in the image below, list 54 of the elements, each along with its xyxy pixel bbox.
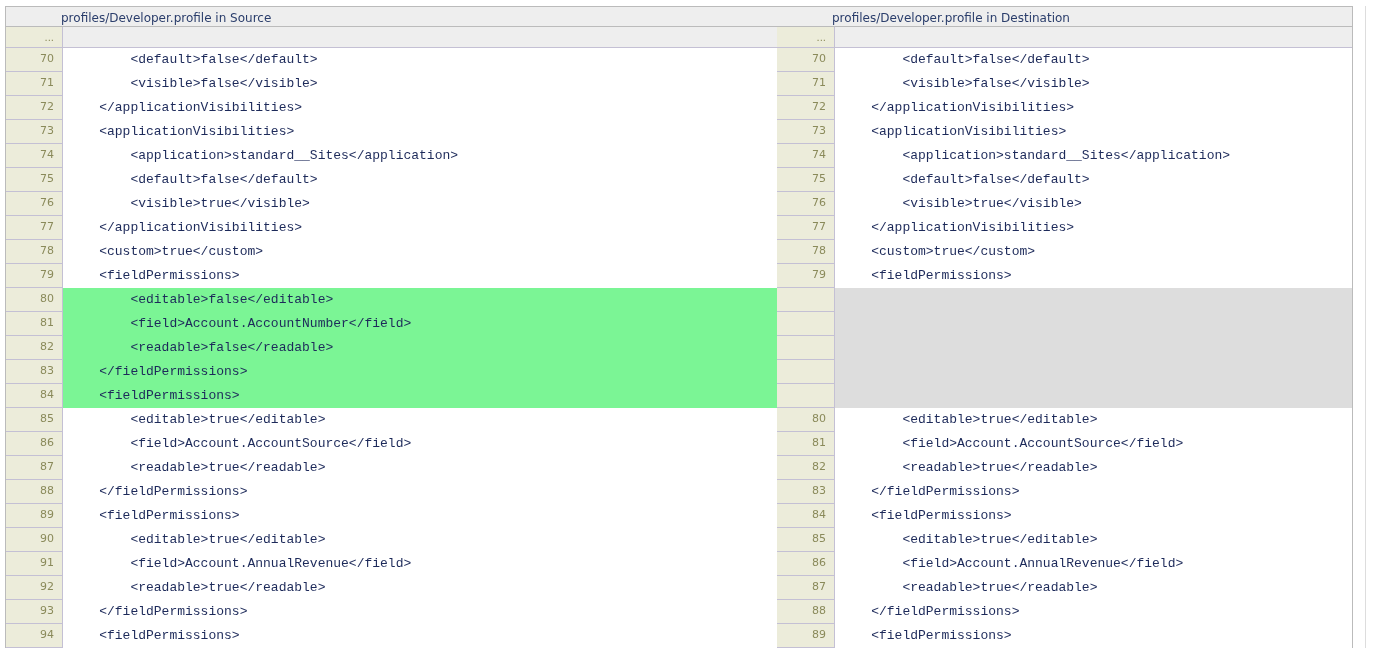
line-number: 83 — [6, 360, 63, 384]
line-number: 78 — [777, 240, 835, 264]
line-number: 87 — [777, 576, 835, 600]
collapsed-lines-marker[interactable]: ... — [777, 27, 835, 48]
line-number: 75 — [777, 168, 835, 192]
line-number: 83 — [777, 480, 835, 504]
line-number: 70 — [6, 48, 63, 72]
collapsed-lines-marker[interactable]: ... — [6, 27, 63, 48]
line-number: 94 — [6, 624, 63, 648]
line-number: 79 — [6, 264, 63, 288]
line-number: 91 — [6, 552, 63, 576]
line-number: 93 — [6, 600, 63, 624]
line-number: 76 — [777, 192, 835, 216]
line-number: 72 — [777, 96, 835, 120]
line-number — [777, 288, 835, 312]
line-number: 71 — [777, 72, 835, 96]
line-number: 76 — [6, 192, 63, 216]
line-number: 81 — [777, 432, 835, 456]
line-number: 88 — [6, 480, 63, 504]
line-number: 84 — [6, 384, 63, 408]
line-number: 89 — [6, 504, 63, 528]
line-number: 89 — [777, 624, 835, 648]
line-number: 73 — [777, 120, 835, 144]
line-number: 86 — [777, 552, 835, 576]
line-number: 87 — [6, 456, 63, 480]
line-number: 77 — [6, 216, 63, 240]
line-number: 80 — [6, 288, 63, 312]
line-number: 77 — [777, 216, 835, 240]
line-number — [777, 312, 835, 336]
line-number: 71 — [6, 72, 63, 96]
line-number: 81 — [6, 312, 63, 336]
line-number: 74 — [6, 144, 63, 168]
line-number: 82 — [6, 336, 63, 360]
line-number: 88 — [777, 600, 835, 624]
pane-title: profiles/Developer.profile in Destination — [777, 7, 1352, 27]
line-number — [777, 360, 835, 384]
pane-title: profiles/Developer.profile in Source — [6, 7, 777, 27]
line-number: 84 — [777, 504, 835, 528]
line-number: 74 — [777, 144, 835, 168]
line-number: 92 — [6, 576, 63, 600]
line-number: 86 — [6, 432, 63, 456]
line-number: 79 — [777, 264, 835, 288]
line-number: 85 — [777, 528, 835, 552]
line-number: 73 — [6, 120, 63, 144]
line-number: 90 — [6, 528, 63, 552]
line-number: 78 — [6, 240, 63, 264]
line-number: 85 — [6, 408, 63, 432]
line-number: 82 — [777, 456, 835, 480]
line-number: 70 — [777, 48, 835, 72]
line-number — [777, 336, 835, 360]
line-number: 75 — [6, 168, 63, 192]
line-number: 72 — [6, 96, 63, 120]
line-number: 80 — [777, 408, 835, 432]
line-number — [777, 384, 835, 408]
